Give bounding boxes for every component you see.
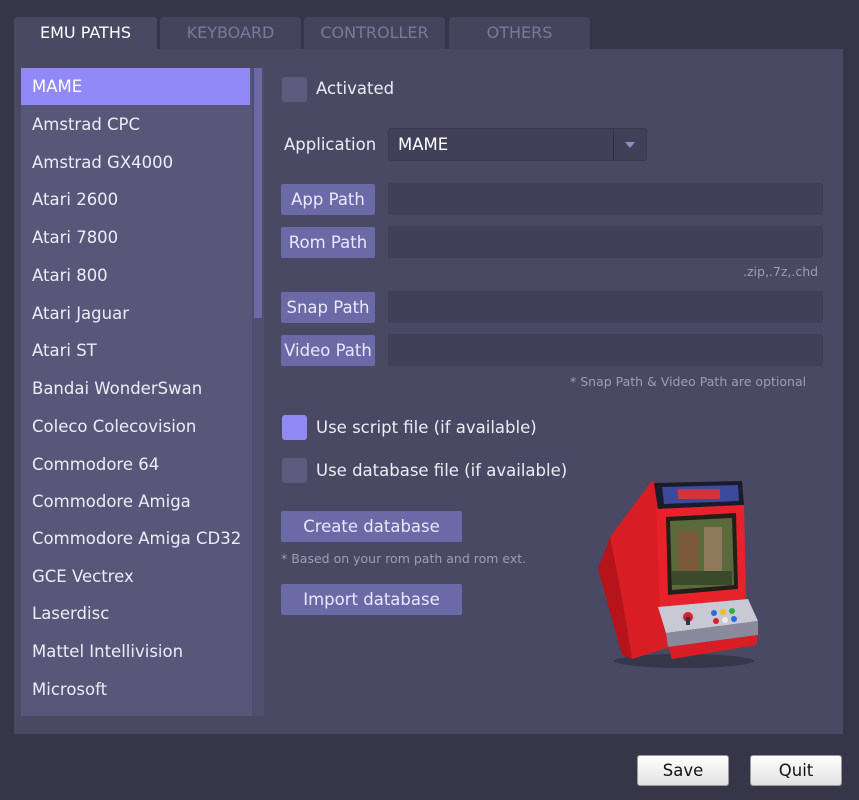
tab-keyboard[interactable]: KEYBOARD — [160, 17, 301, 49]
rom-path-button[interactable]: Rom Path — [281, 227, 375, 258]
list-item[interactable]: Bandai WonderSwan — [21, 370, 250, 407]
emu-config-window: EMU PATHS KEYBOARD CONTROLLER OTHERS MAM… — [0, 0, 859, 800]
dropdown-arrow[interactable] — [613, 129, 646, 160]
rom-ext-hint: .zip,.7z,.chd — [743, 264, 819, 279]
tab-emu-paths[interactable]: EMU PATHS — [14, 17, 157, 50]
list-item[interactable]: MAME — [21, 68, 250, 105]
video-path-button[interactable]: Video Path — [281, 335, 375, 366]
use-database-label: Use database file (if available) — [316, 461, 568, 480]
activated-label: Activated — [316, 79, 395, 98]
list-item[interactable]: Amstrad GX4000 — [21, 144, 250, 181]
activated-checkbox[interactable] — [282, 77, 307, 102]
application-select-value: MAME — [398, 135, 449, 154]
snap-path-input[interactable] — [388, 291, 823, 323]
list-item[interactable]: Microsoft — [21, 671, 250, 708]
use-script-label: Use script file (if available) — [316, 418, 537, 437]
list-item[interactable]: Laserdisc — [21, 595, 250, 632]
chevron-down-icon — [625, 142, 635, 148]
create-database-hint: * Based on your rom path and rom ext. — [281, 551, 527, 566]
list-item[interactable]: Atari ST — [21, 332, 250, 369]
optional-paths-hint: * Snap Path & Video Path are optional — [570, 374, 807, 389]
list-item[interactable]: Atari Jaguar — [21, 295, 250, 332]
list-item[interactable]: Mattel Intellivision — [21, 633, 250, 670]
list-item[interactable]: Atari 800 — [21, 257, 250, 294]
tab-others[interactable]: OTHERS — [449, 17, 590, 49]
tab-controller[interactable]: CONTROLLER — [304, 17, 445, 49]
rom-path-input[interactable] — [388, 226, 823, 258]
list-scrollbar[interactable] — [252, 68, 264, 716]
quit-button[interactable]: Quit — [750, 755, 842, 786]
create-database-button[interactable]: Create database — [281, 511, 462, 542]
video-path-input[interactable] — [388, 334, 823, 366]
list-item[interactable]: Commodore Amiga — [21, 483, 250, 520]
arcade-cabinet-icon — [598, 481, 758, 668]
list-item[interactable]: Atari 7800 — [21, 219, 250, 256]
use-script-checkbox[interactable] — [282, 415, 307, 440]
list-item[interactable]: Coleco Colecovision — [21, 408, 250, 445]
emu-paths-panel: MAME Amstrad CPC Amstrad GX4000 Atari 26… — [14, 49, 843, 734]
list-item[interactable]: GCE Vectrex — [21, 558, 250, 595]
app-path-button[interactable]: App Path — [281, 184, 375, 215]
application-label: Application — [284, 135, 377, 154]
import-database-button[interactable]: Import database — [281, 584, 462, 615]
save-button[interactable]: Save — [637, 755, 729, 786]
list-item[interactable]: Atari 2600 — [21, 181, 250, 218]
application-select[interactable]: MAME — [388, 128, 647, 161]
list-item[interactable]: Commodore 64 — [21, 446, 250, 483]
emulator-list[interactable]: MAME Amstrad CPC Amstrad GX4000 Atari 26… — [21, 68, 264, 716]
use-database-checkbox[interactable] — [282, 458, 307, 483]
snap-path-button[interactable]: Snap Path — [281, 292, 375, 323]
app-path-input[interactable] — [388, 183, 823, 215]
list-scrollbar-thumb[interactable] — [254, 68, 262, 318]
list-item[interactable]: Commodore Amiga CD32 — [21, 520, 250, 557]
list-item[interactable]: Amstrad CPC — [21, 106, 250, 143]
